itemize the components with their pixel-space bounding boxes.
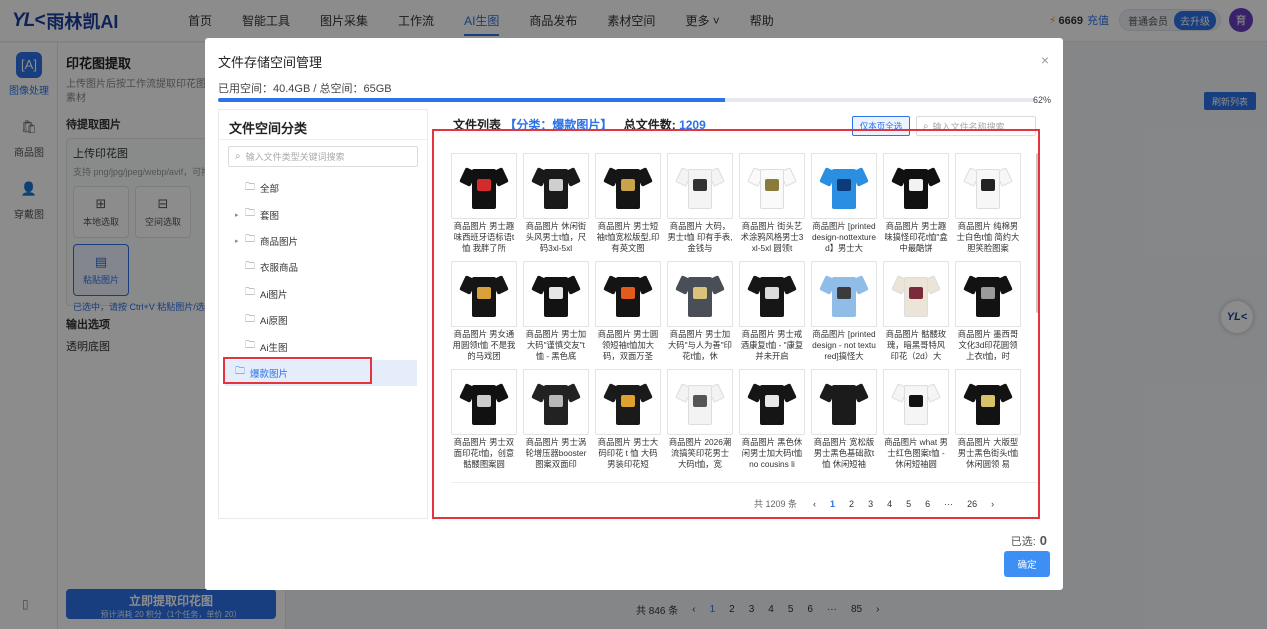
search-icon: ⌕ bbox=[235, 151, 241, 162]
category-panel: 文件空间分类 ⌕ 输入文件类型关键词搜索 🗀 全部 ▸ 🗀 套图 ▸ 🗀 商品图片 🗀 衣服商品 🗀… bbox=[218, 109, 428, 519]
category-item[interactable]: 🗀 衣服商品 bbox=[219, 254, 427, 280]
category-item[interactable]: 🗀 Ai图片 bbox=[219, 281, 427, 307]
category-label: 全部 bbox=[260, 184, 280, 196]
category-search-placeholder: 输入文件类型关键词搜索 bbox=[245, 152, 345, 162]
storage-progress bbox=[218, 98, 1036, 102]
category-label: 套图 bbox=[260, 210, 280, 222]
category-search-input[interactable]: ⌕ 输入文件类型关键词搜索 bbox=[228, 146, 418, 167]
selected-label: 已选: bbox=[1010, 536, 1036, 548]
category-label: Ai原图 bbox=[260, 316, 288, 328]
highlight-category-box bbox=[223, 357, 372, 384]
modal-title: 文件存储空间管理 bbox=[218, 55, 323, 70]
folder-icon: 🗀 bbox=[245, 340, 255, 352]
chevron-right-icon[interactable]: ▸ bbox=[235, 211, 245, 219]
close-icon[interactable]: × bbox=[1041, 52, 1049, 68]
folder-icon: 🗀 bbox=[245, 287, 255, 299]
folder-icon: 🗀 bbox=[245, 313, 255, 325]
folder-icon: 🗀 bbox=[245, 208, 255, 220]
selected-value: 0 bbox=[1039, 533, 1047, 548]
selected-count: 已选: 0 bbox=[1011, 533, 1047, 549]
category-item[interactable]: 🗀 全部 bbox=[219, 175, 427, 201]
category-item[interactable]: ▸ 🗀 商品图片 bbox=[219, 228, 427, 254]
category-label: 衣服商品 bbox=[260, 263, 299, 275]
category-item[interactable]: 🗀 Ai生图 bbox=[219, 333, 427, 359]
confirm-button[interactable]: 确定 bbox=[1004, 551, 1050, 577]
category-label: Ai生图 bbox=[260, 342, 288, 354]
highlight-grid-box bbox=[432, 129, 1040, 519]
category-label: Ai图片 bbox=[260, 289, 288, 301]
category-title: 文件空间分类 bbox=[219, 110, 427, 140]
storage-percent: 62% bbox=[1032, 95, 1051, 105]
storage-usage: 已用空间：40.4GB / 总空间：65GB bbox=[218, 83, 392, 95]
folder-icon: 🗀 bbox=[245, 234, 255, 246]
category-label: 商品图片 bbox=[260, 236, 299, 248]
category-item[interactable]: 🗀 Ai原图 bbox=[219, 307, 427, 333]
category-list: 🗀 全部 ▸ 🗀 套图 ▸ 🗀 商品图片 🗀 衣服商品 🗀 Ai图片 🗀 Ai原图 🗀 Ai生图 🗀 爆款图片 bbox=[219, 175, 427, 387]
category-item[interactable]: ▸ 🗀 套图 bbox=[219, 201, 427, 227]
folder-icon: 🗀 bbox=[245, 181, 255, 193]
chevron-right-icon[interactable]: ▸ bbox=[235, 237, 245, 245]
storage-progress-fill bbox=[218, 98, 726, 102]
folder-icon: 🗀 bbox=[245, 260, 255, 272]
